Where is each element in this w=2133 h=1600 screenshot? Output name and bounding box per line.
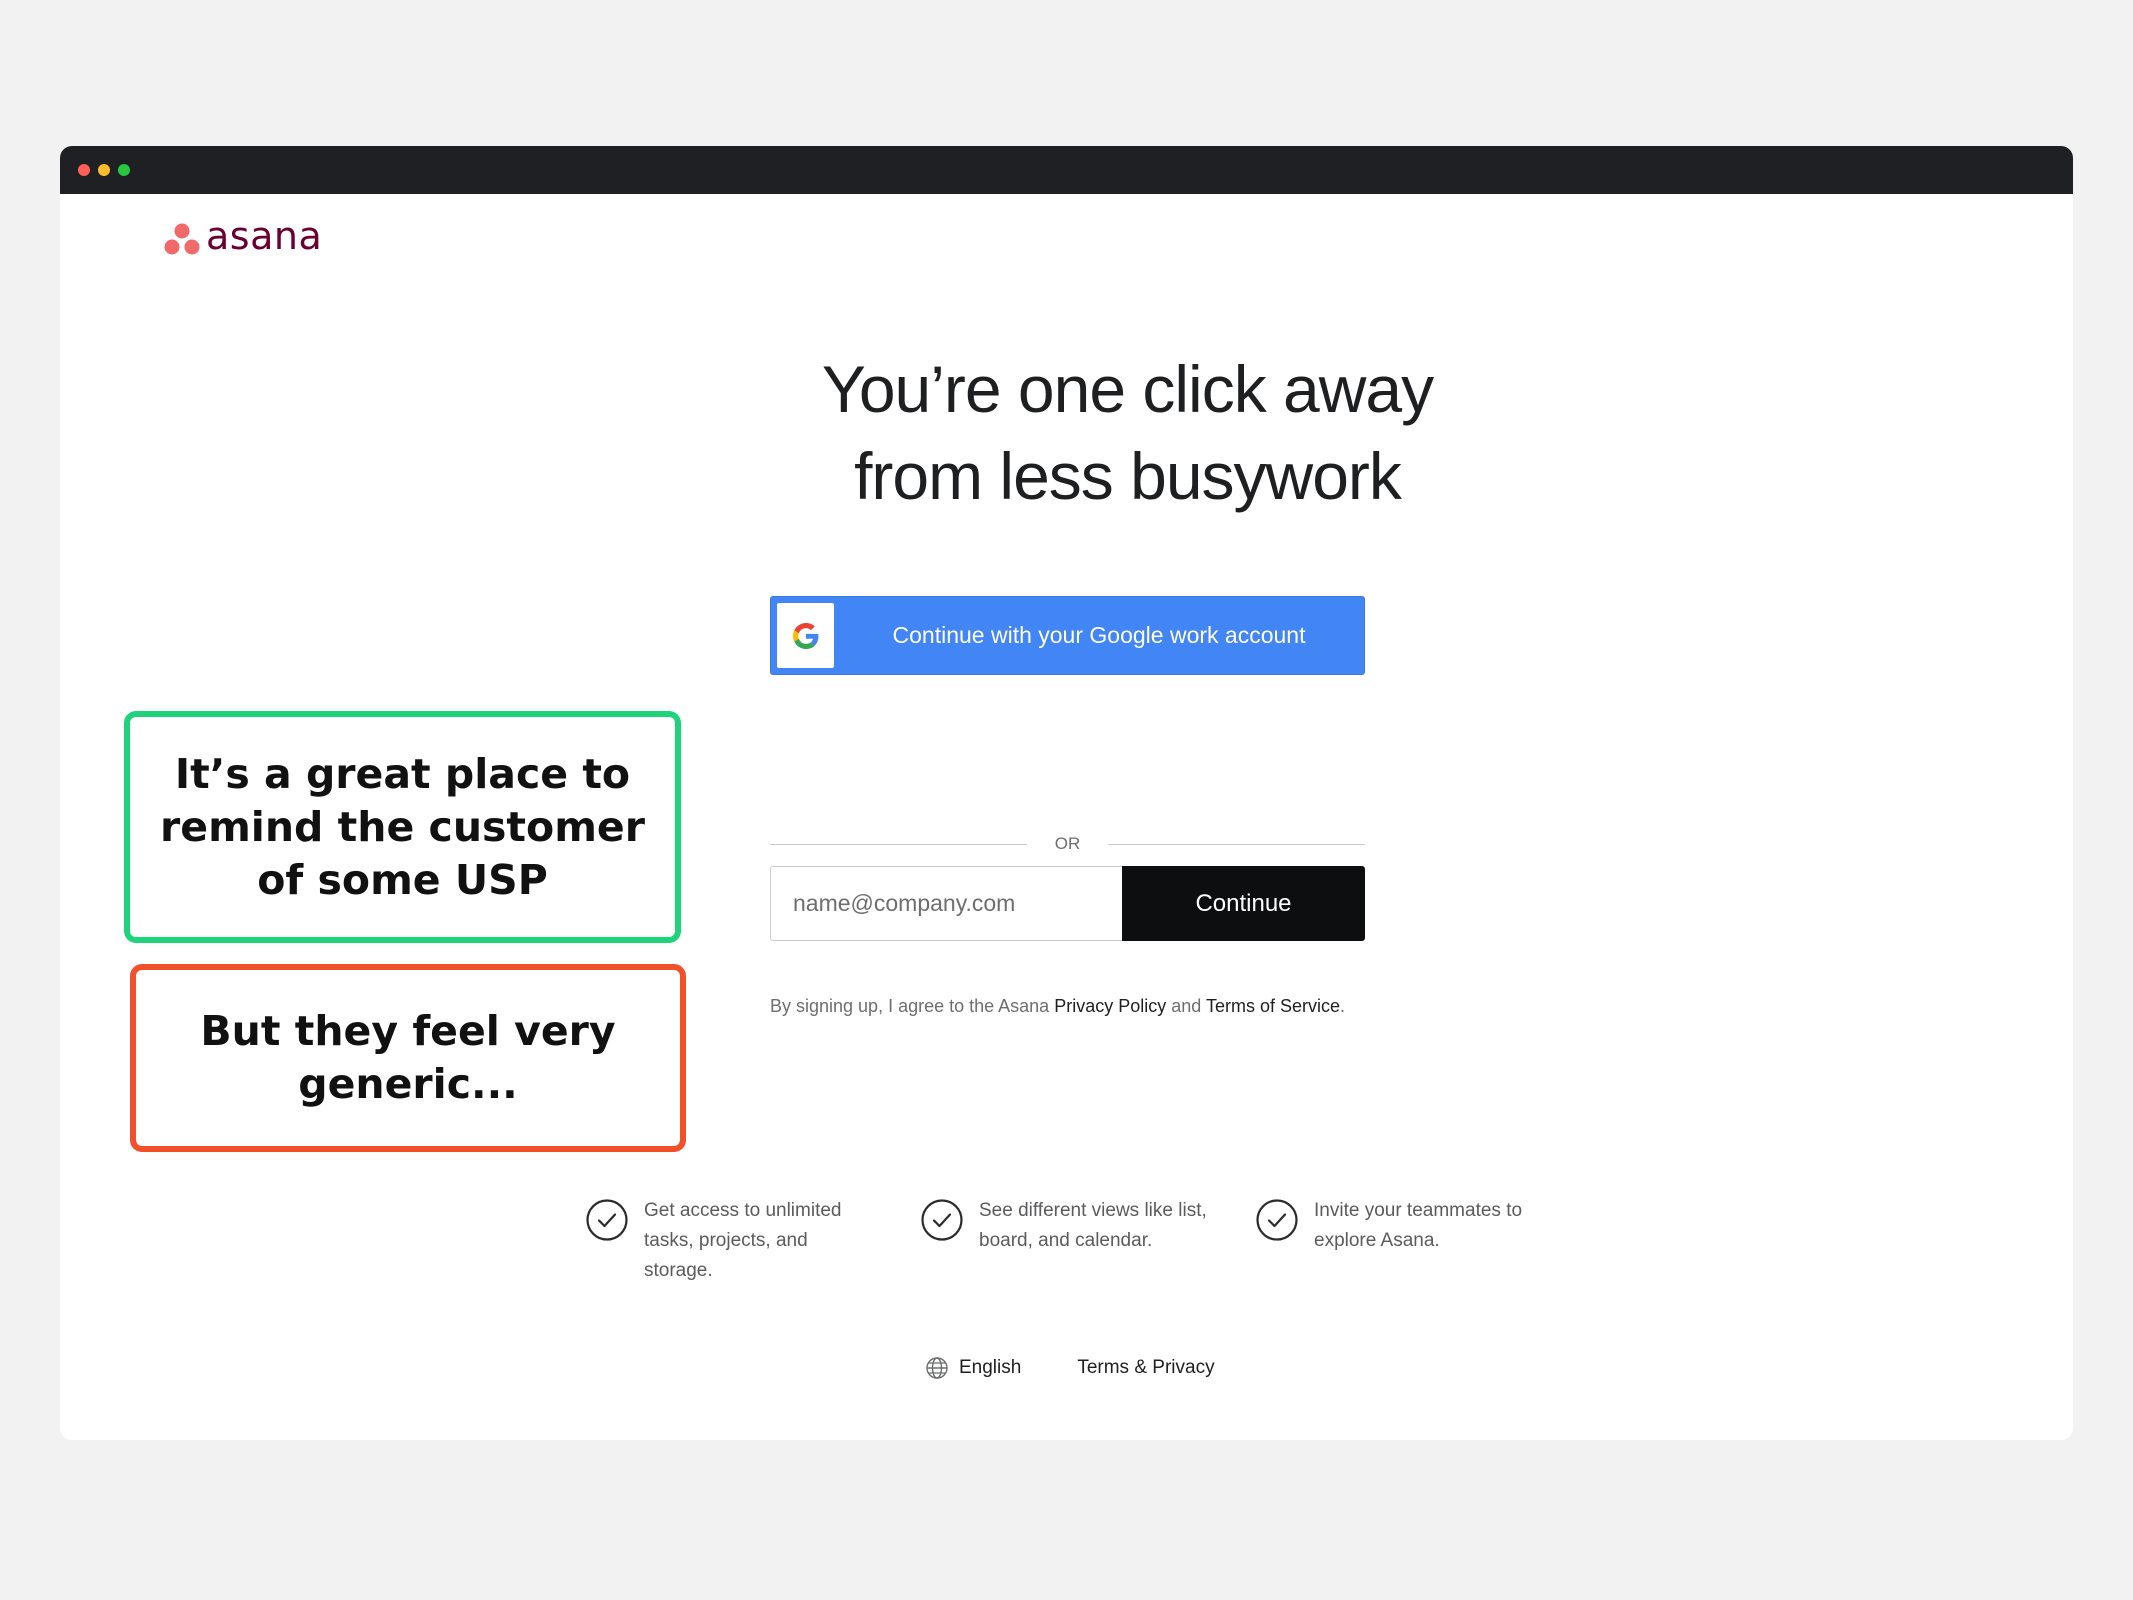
terms-of-service-link[interactable]: Terms of Service: [1206, 996, 1340, 1016]
or-divider: OR: [770, 834, 1365, 854]
feature-list: Get access to unlimited tasks, projects,…: [585, 1196, 1595, 1296]
google-icon-container: [777, 603, 834, 668]
legal-prefix: By signing up, I agree to the Asana: [770, 996, 1050, 1016]
page-footer: English Terms & Privacy: [925, 1353, 1215, 1383]
feature-text: Get access to unlimited tasks, projects,…: [644, 1200, 842, 1281]
feature-item: Invite your teammates to explore Asana.: [1255, 1196, 1554, 1256]
language-selector[interactable]: English: [959, 1357, 1021, 1379]
check-circle-icon: [586, 1199, 628, 1241]
terms-privacy-link[interactable]: Terms & Privacy: [1077, 1357, 1214, 1379]
maximize-window-dot[interactable]: [118, 164, 130, 176]
headline-line-2: from less busywork: [854, 439, 1402, 513]
asana-logo-icon: [164, 223, 200, 255]
globe-icon: [926, 1357, 948, 1379]
feature-item: Get access to unlimited tasks, projects,…: [585, 1196, 854, 1286]
annotation-usp-note: It’s a great place to remind the custome…: [124, 711, 681, 943]
google-signin-button[interactable]: Continue with your Google work account: [770, 596, 1365, 675]
browser-titlebar: [60, 146, 2073, 194]
legal-and: and: [1171, 996, 1202, 1016]
feature-text: See different views like list, board, an…: [979, 1200, 1207, 1251]
feature-item: See different views like list, board, an…: [920, 1196, 1219, 1256]
check-circle-icon: [921, 1199, 963, 1241]
privacy-policy-link[interactable]: Privacy Policy: [1054, 996, 1166, 1016]
google-button-label: Continue with your Google work account: [892, 622, 1306, 648]
email-field[interactable]: [770, 866, 1122, 941]
page-title: You’re one click away from less busywork: [710, 346, 1545, 520]
google-g-icon: [792, 622, 818, 649]
check-circle-icon: [1256, 1199, 1298, 1241]
close-window-dot[interactable]: [78, 164, 90, 176]
asana-logo[interactable]: asana: [164, 214, 322, 264]
legal-disclaimer: By signing up, I agree to the Asana Priv…: [770, 994, 1410, 1018]
logo-wordmark: asana: [206, 214, 323, 258]
headline-line-1: You’re one click away: [821, 352, 1434, 426]
annotation-generic-note: But they feel very generic...: [130, 964, 686, 1152]
legal-suffix: .: [1340, 996, 1346, 1016]
divider-line-right: [1108, 844, 1365, 845]
continue-button[interactable]: Continue: [1122, 866, 1365, 941]
feature-text: Invite your teammates to explore Asana.: [1314, 1200, 1523, 1251]
minimize-window-dot[interactable]: [98, 164, 110, 176]
